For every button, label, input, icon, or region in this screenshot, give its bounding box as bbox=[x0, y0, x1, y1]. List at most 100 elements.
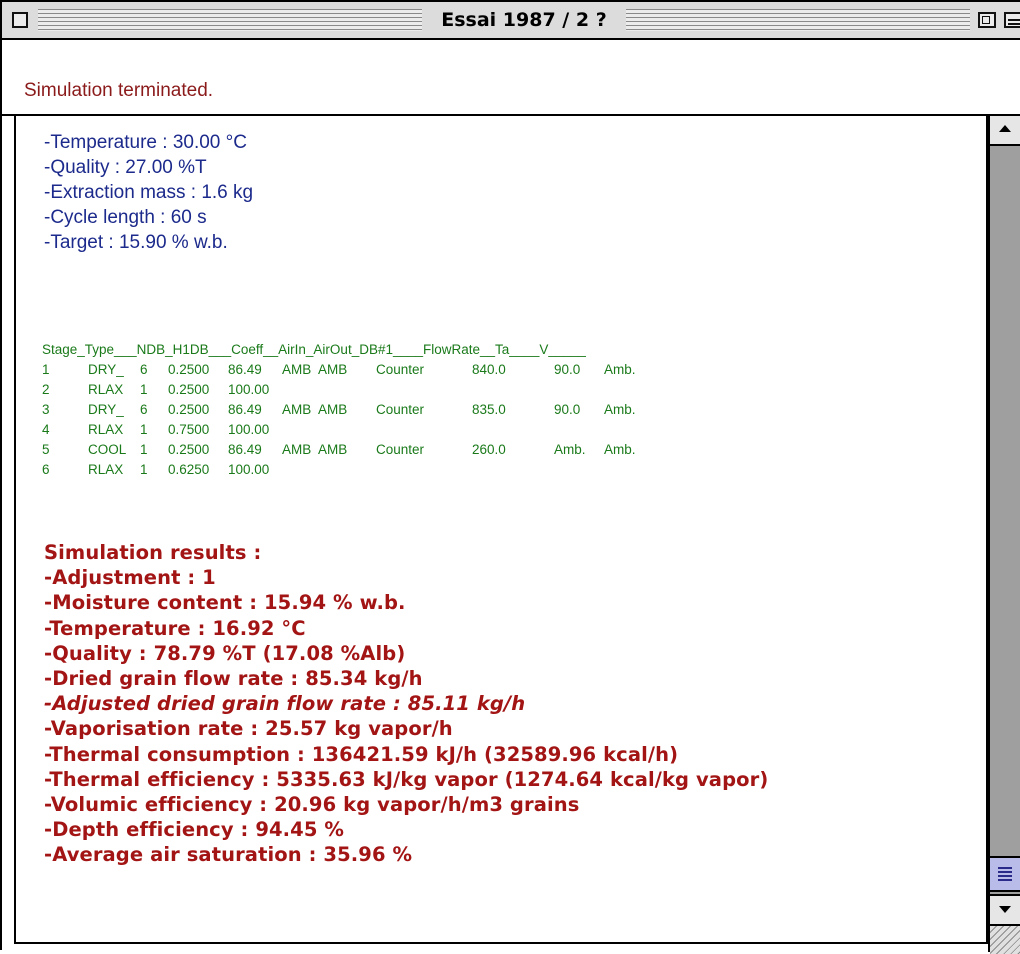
result-line: -Moisture content : 15.94 % w.b. bbox=[44, 591, 406, 615]
table-cell bbox=[472, 380, 554, 400]
table-cell: 0.2500 bbox=[168, 362, 210, 377]
table-cell: Amb. bbox=[554, 442, 586, 457]
table-cell: 86.49 bbox=[228, 402, 262, 417]
table-cell: 6 bbox=[140, 402, 148, 417]
table-cell bbox=[604, 380, 654, 400]
table-cell bbox=[282, 460, 318, 480]
table-cell: 5 bbox=[42, 442, 50, 457]
status-message: Simulation terminated. bbox=[24, 80, 214, 101]
result-line: -Adjustment : 1 bbox=[44, 566, 216, 590]
table-cell: 2 bbox=[42, 382, 50, 397]
table-cell: AMB bbox=[318, 362, 348, 377]
table-cell bbox=[554, 420, 604, 440]
table-cell: 840.0 bbox=[472, 362, 506, 377]
table-cell: RLAX bbox=[88, 422, 124, 437]
table-cell: 835.0 bbox=[472, 402, 506, 417]
table-cell: AMB bbox=[282, 362, 312, 377]
table-cell: 0.2500 bbox=[168, 382, 210, 397]
table-cell: 90.0 bbox=[554, 362, 581, 377]
zoom-box-icon[interactable] bbox=[978, 12, 996, 28]
table-cell: DRY_ bbox=[88, 402, 124, 417]
table-cell: AMB bbox=[282, 442, 312, 457]
scroll-up-button[interactable] bbox=[990, 116, 1020, 146]
stage-table-body: 1 DRY_ 6 0.2500 86.49 AMB AMB Counter 840.0 90.0 A… bbox=[42, 360, 654, 480]
table-cell: AMB bbox=[318, 442, 348, 457]
table-cell bbox=[376, 420, 472, 440]
table-cell bbox=[604, 420, 654, 440]
result-line: -Temperature : 16.92 °C bbox=[44, 616, 306, 640]
parameter-line: -Target : 15.90 % w.b. bbox=[44, 232, 228, 253]
table-cell bbox=[318, 420, 376, 440]
result-line: -Dried grain flow rate : 85.34 kg/h bbox=[44, 667, 423, 691]
table-cell bbox=[318, 380, 376, 400]
table-cell: RLAX bbox=[88, 462, 124, 477]
table-cell: 1 bbox=[140, 382, 148, 397]
result-line: -Depth efficiency : 94.45 % bbox=[44, 818, 345, 842]
result-line: -Volumic efficiency : 20.96 kg vapor/h/m… bbox=[44, 793, 580, 817]
table-cell: 0.2500 bbox=[168, 442, 210, 457]
output-text-pane[interactable]: -Temperature : 30.00 °C -Quality : 27.00… bbox=[14, 116, 988, 944]
table-cell: 1 bbox=[140, 442, 148, 457]
table-cell: 1 bbox=[42, 362, 50, 377]
table-cell: Amb. bbox=[604, 402, 636, 417]
table-cell: 4 bbox=[42, 422, 50, 437]
table-cell: AMB bbox=[318, 402, 348, 417]
table-row: 1 DRY_ 6 0.2500 86.49 AMB AMB Counter 840.0 90.0 A… bbox=[42, 360, 654, 380]
simulation-window: Essai 1987 / 2 ? Simulation terminated. … bbox=[0, 0, 1020, 954]
table-cell bbox=[554, 460, 604, 480]
input-parameters: -Temperature : 30.00 °C -Quality : 27.00… bbox=[44, 130, 253, 255]
result-line: -Average air saturation : 35.96 % bbox=[44, 843, 413, 867]
table-cell: DRY_ bbox=[88, 362, 124, 377]
status-pane: Simulation terminated. bbox=[2, 40, 1020, 116]
table-cell: 100.00 bbox=[228, 422, 270, 437]
table-cell: Counter bbox=[376, 402, 425, 417]
table-cell: 0.7500 bbox=[168, 422, 210, 437]
result-line: -Thermal consumption : 136421.59 kJ/h (3… bbox=[44, 742, 679, 766]
table-cell: COOL bbox=[88, 442, 127, 457]
table-cell: 86.49 bbox=[228, 442, 262, 457]
parameter-line: -Extraction mass : 1.6 kg bbox=[44, 182, 254, 203]
collapse-box-icon[interactable] bbox=[1004, 12, 1020, 28]
results-title: Simulation results : bbox=[44, 541, 262, 564]
table-cell bbox=[376, 460, 472, 480]
table-cell: 3 bbox=[42, 402, 50, 417]
table-cell bbox=[554, 380, 604, 400]
scroll-thumb[interactable] bbox=[990, 856, 1020, 892]
parameter-line: -Quality : 27.00 %T bbox=[44, 157, 207, 178]
table-cell: 6 bbox=[42, 462, 50, 477]
table-cell: Counter bbox=[376, 362, 425, 377]
table-row: 6 RLAX 1 0.6250 100.00 bbox=[42, 460, 654, 480]
title-bar-stripes-right bbox=[626, 9, 970, 31]
table-cell bbox=[318, 460, 376, 480]
simulation-results: Simulation results : -Adjustment : 1 -Mo… bbox=[44, 540, 768, 868]
table-cell: 0.6250 bbox=[168, 462, 210, 477]
stage-table-header: Stage_Type___NDB_H1DB___Coeff__AirIn_Air… bbox=[42, 342, 586, 357]
table-cell: 260.0 bbox=[472, 442, 506, 457]
table-cell bbox=[376, 380, 472, 400]
table-cell: RLAX bbox=[88, 382, 124, 397]
table-row: 2 RLAX 1 0.2500 100.00 bbox=[42, 380, 654, 400]
table-cell bbox=[472, 420, 554, 440]
arrow-up-icon bbox=[999, 125, 1011, 132]
title-bar[interactable]: Essai 1987 / 2 ? bbox=[2, 2, 1020, 40]
scroll-track[interactable] bbox=[990, 146, 1020, 894]
parameter-line: -Cycle length : 60 s bbox=[44, 207, 207, 228]
title-bar-stripes-left bbox=[38, 9, 422, 31]
table-cell: 6 bbox=[140, 362, 148, 377]
result-line: -Quality : 78.79 %T (17.08 %Alb) bbox=[44, 641, 406, 665]
close-box-icon[interactable] bbox=[12, 12, 28, 28]
table-cell: AMB bbox=[282, 402, 312, 417]
vertical-scrollbar[interactable] bbox=[988, 116, 1020, 954]
table-cell: 1 bbox=[140, 462, 148, 477]
table-cell bbox=[472, 460, 554, 480]
result-line: -Thermal efficiency : 5335.63 kJ/kg vapo… bbox=[44, 767, 769, 791]
table-cell: 86.49 bbox=[228, 362, 262, 377]
table-row: 4 RLAX 1 0.7500 100.00 bbox=[42, 420, 654, 440]
window-title: Essai 1987 / 2 ? bbox=[422, 6, 626, 34]
scroll-down-button[interactable] bbox=[990, 894, 1020, 924]
table-cell: 1 bbox=[140, 422, 148, 437]
result-line-adjusted: -Adjusted dried grain flow rate : 85.11 … bbox=[44, 692, 526, 716]
table-cell bbox=[282, 420, 318, 440]
table-cell: 90.0 bbox=[554, 402, 581, 417]
parameter-line: -Temperature : 30.00 °C bbox=[44, 132, 247, 153]
